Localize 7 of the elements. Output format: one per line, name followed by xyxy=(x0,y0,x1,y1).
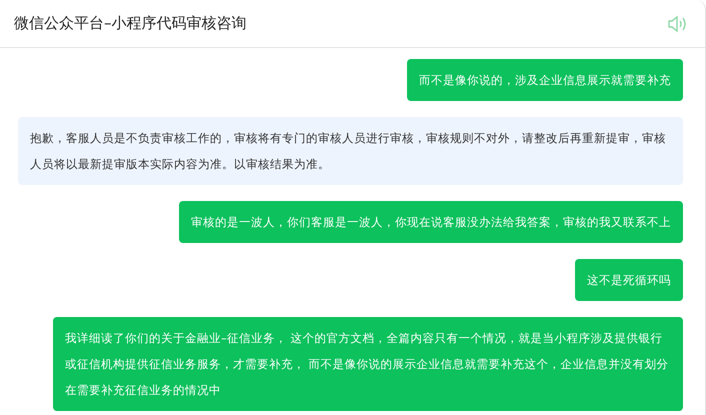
message-bubble: 而不是像你说的，涉及企业信息展示就需要补充 xyxy=(407,59,683,101)
chat-title: 微信公众平台–小程序代码审核咨询 xyxy=(14,14,246,33)
message-bubble: 抱歉，客服人员是不负责审核工作的，审核将有专门的审核人员进行审核，审核规则不对外，请整改后再重新提审，审核人员将以最新提审版本实际内容为准。以审核结果为准。 xyxy=(18,117,683,185)
message-bubble: 我详细读了你们的关于金融业–征信业务， 这个的官方文档，全篇内容只有一个情况，就是当小程序涉及提供银行或征信机构提供征信业务服务，才需要补充， 而不是像你说的展示企业信息就需要补充这个，企业信息并没有划分在需要补充征信业务的情况中 xyxy=(53,317,683,411)
message-bubble: 这不是死循环吗 xyxy=(575,259,683,301)
speaker-icon[interactable] xyxy=(667,14,687,32)
message-bubble: 审核的是一波人，你们客服是一波人，你现在说客服没办法给我答案，审核的我又联系不上 xyxy=(179,201,683,243)
